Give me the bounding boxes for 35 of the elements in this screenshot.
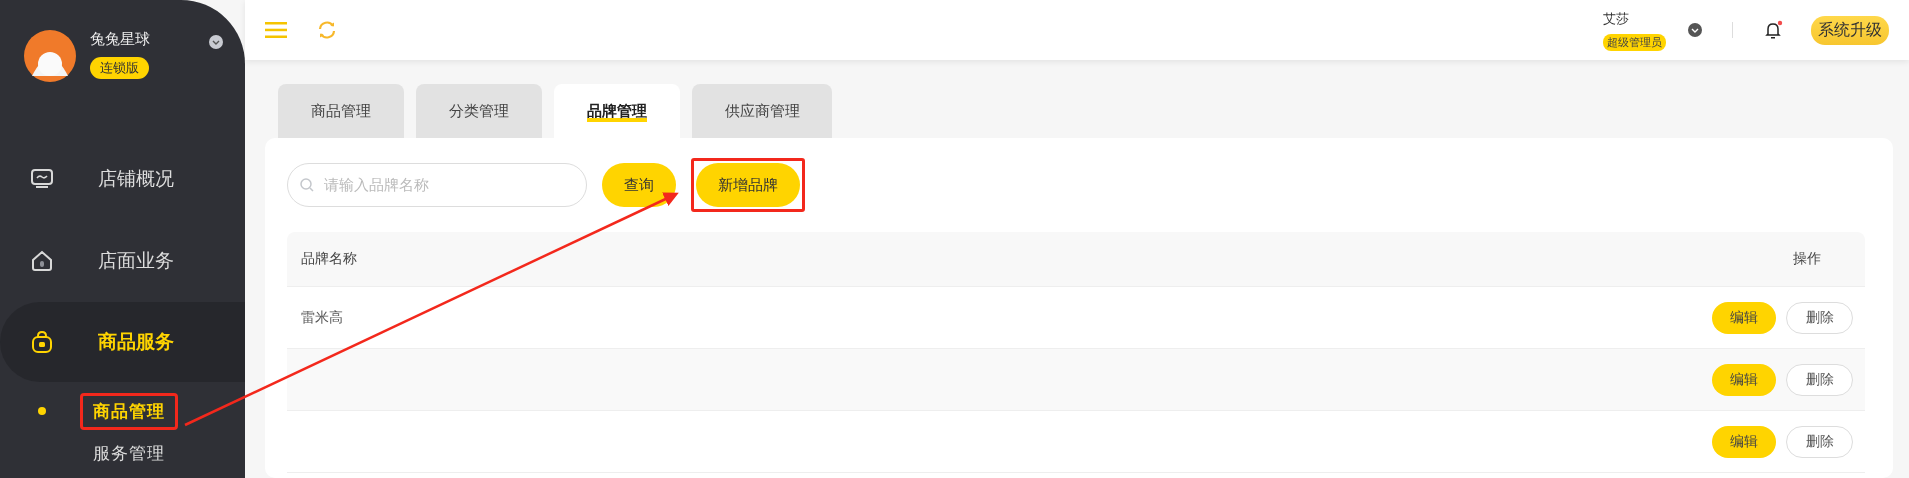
tab[interactable]: 分类管理	[416, 84, 542, 138]
avatar	[24, 30, 76, 82]
search-icon	[299, 177, 315, 193]
active-dot	[38, 407, 46, 415]
delete-button[interactable]: 删除	[1786, 363, 1853, 396]
sidebar-item[interactable]: 店铺概况	[0, 138, 245, 220]
search-button[interactable]: 查询	[602, 163, 676, 207]
role-badge: 超级管理员	[1603, 33, 1666, 51]
tab[interactable]: 品牌管理	[554, 84, 680, 138]
bag-icon	[30, 330, 54, 354]
delete-button[interactable]: 删除	[1786, 425, 1853, 458]
store-name: 兔兔星球	[90, 30, 151, 49]
sidebar-item[interactable]: 商品服务	[0, 302, 245, 382]
submenu-item[interactable]: 商品管理	[80, 392, 178, 430]
column-header: 操作	[1793, 250, 1821, 268]
user-name: 艾莎	[1603, 9, 1630, 28]
edit-button[interactable]: 编辑	[1712, 301, 1776, 334]
sidebar-item[interactable]: 店面业务	[0, 220, 245, 302]
house-icon	[30, 249, 54, 273]
upgrade-button[interactable]: 系统升级	[1811, 15, 1889, 45]
table-cell: 雷米高	[301, 308, 343, 327]
dropdown-icon[interactable]	[1688, 23, 1702, 37]
submenu-item[interactable]: 服务管理	[80, 434, 178, 472]
edit-button[interactable]: 编辑	[1712, 363, 1776, 396]
tab[interactable]: 商品管理	[278, 84, 404, 138]
edit-button[interactable]: 编辑	[1712, 425, 1776, 458]
delete-button[interactable]: 删除	[1786, 301, 1853, 334]
bell-icon[interactable]	[1763, 20, 1783, 40]
tab[interactable]: 供应商管理	[692, 84, 832, 138]
add-button[interactable]: 新增品牌	[696, 163, 800, 207]
search-field[interactable]: 请输入品牌名称	[287, 163, 587, 207]
dropdown-icon[interactable]	[209, 35, 223, 49]
monitor-icon	[30, 167, 54, 191]
edition-badge: 连锁版	[90, 57, 149, 79]
column-header: 品牌名称	[301, 250, 357, 268]
